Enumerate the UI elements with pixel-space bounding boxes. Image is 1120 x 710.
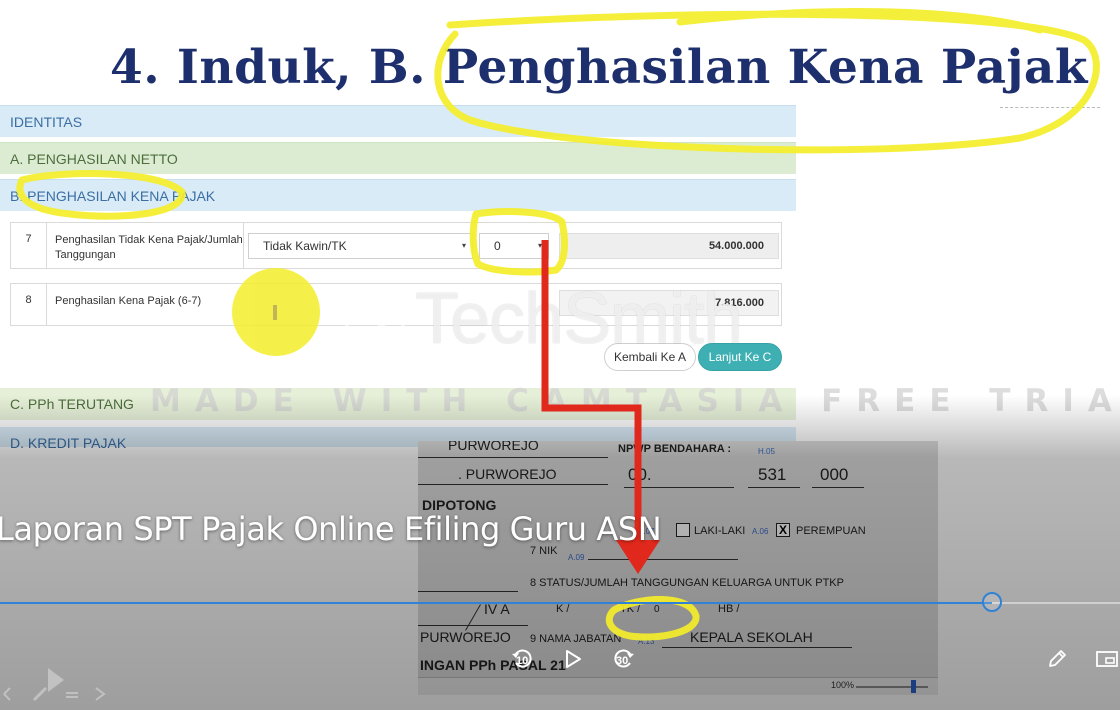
title-divider bbox=[1000, 107, 1100, 108]
male-checkbox bbox=[676, 523, 690, 537]
doc-text: PEREMPUAN bbox=[796, 525, 866, 537]
watermark-brand: TechSmith bbox=[415, 279, 743, 359]
doc-text: 000 bbox=[820, 465, 849, 484]
doc-line bbox=[418, 591, 518, 592]
chevron-down-icon: ▾ bbox=[461, 241, 466, 250]
doc-text: HB / bbox=[718, 603, 740, 615]
watermark-trial-text: MADE WITH CAMTASIA FREE TRIAL bbox=[150, 383, 1120, 419]
forward-30-button[interactable]: 30 bbox=[612, 646, 636, 670]
doc-line bbox=[624, 487, 734, 488]
video-progress-fill bbox=[0, 602, 993, 604]
female-checkbox: X bbox=[776, 523, 790, 537]
row-label: Penghasilan Tidak Kena Pajak/Jumlah Tang… bbox=[55, 234, 243, 261]
slide-title: 4. Induk, B. Penghasilan Kena Pajak bbox=[110, 40, 1088, 95]
doc-slash bbox=[465, 604, 481, 631]
chevron-down-icon: ▾ bbox=[537, 241, 542, 250]
zoom-level: 100% bbox=[830, 680, 854, 690]
video-player[interactable]: 4. Induk, B. Penghasilan Kena Pajak IDEN… bbox=[0, 0, 1120, 710]
doc-line bbox=[588, 559, 738, 560]
doc-code: A.06 bbox=[752, 527, 769, 536]
highlight-title-swash bbox=[676, 8, 1044, 34]
row-label: Penghasilan Kena Pajak (6-7) bbox=[55, 295, 202, 307]
rewind-10-button[interactable]: 10 bbox=[510, 646, 534, 670]
edit-button[interactable] bbox=[1046, 648, 1068, 670]
zoom-slider bbox=[856, 686, 928, 688]
doc-line bbox=[418, 457, 608, 458]
pencil-icon bbox=[1049, 650, 1066, 667]
forward-seconds: 30 bbox=[616, 655, 629, 667]
status-select[interactable]: Tidak Kawin/TK ▾ bbox=[248, 233, 473, 259]
doc-text: 0 bbox=[654, 604, 660, 615]
tanggungan-select-value: 0 bbox=[494, 239, 501, 253]
doc-code: A.09 bbox=[568, 553, 585, 562]
doc-text: 531 bbox=[758, 465, 787, 484]
doc-line bbox=[748, 487, 800, 488]
video-title: Laporan SPT Pajak Online Efiling Guru AS… bbox=[0, 510, 662, 548]
row-number: 8 bbox=[11, 284, 47, 325]
techsmith-logo-icon bbox=[345, 285, 405, 351]
section-penghasilan-netto[interactable]: A. PENGHASILAN NETTO bbox=[0, 142, 796, 174]
picture-in-picture-icon bbox=[1096, 651, 1118, 667]
video-progress-handle[interactable] bbox=[982, 592, 1003, 612]
video-progress-bar[interactable] bbox=[0, 602, 1120, 604]
doc-text: LAKI-LAKI bbox=[694, 525, 746, 537]
doc-text: . PURWOREJO bbox=[458, 466, 557, 482]
section-penghasilan-kena-pajak[interactable]: B. PENGHASILAN KENA PAJAK bbox=[0, 179, 796, 211]
row-divider bbox=[243, 223, 244, 268]
doc-line bbox=[418, 484, 608, 485]
rewind-seconds: 10 bbox=[516, 655, 529, 667]
play-icon bbox=[566, 650, 581, 668]
doc-text: 8 STATUS/JUMLAH TANGGUNGAN KELUARGA UNTU… bbox=[530, 577, 844, 589]
doc-text: K / bbox=[556, 603, 570, 615]
ptkp-amount: 54.000.000 bbox=[559, 233, 779, 259]
doc-text: TK / bbox=[620, 603, 641, 615]
doc-code: A.13 bbox=[638, 637, 655, 646]
doc-text: PURWOREJO bbox=[420, 629, 511, 645]
doc-text: PURWOREJO bbox=[448, 441, 539, 453]
status-select-value: Tidak Kawin/TK bbox=[263, 239, 347, 253]
tanggungan-select[interactable]: 0 ▾ bbox=[479, 233, 549, 259]
play-button[interactable] bbox=[563, 648, 583, 670]
doc-line bbox=[418, 625, 528, 626]
picture-in-picture-button[interactable] bbox=[1096, 650, 1118, 668]
check-mark: X bbox=[778, 523, 787, 537]
doc-text: KEPALA SEKOLAH bbox=[690, 629, 813, 645]
document-status-bar: 100% bbox=[418, 677, 938, 695]
camtasia-player-controls bbox=[3, 668, 106, 702]
section-identitas[interactable]: IDENTITAS bbox=[0, 105, 796, 137]
doc-text: NPWP BENDAHARA : bbox=[618, 443, 732, 455]
doc-line bbox=[812, 487, 864, 488]
doc-text: INGAN PPh PASAL 21 bbox=[420, 657, 566, 673]
form-row-ptkp: 7 Penghasilan Tidak Kena Pajak/Jumlah Ta… bbox=[10, 222, 782, 269]
row-number: 7 bbox=[11, 223, 47, 268]
document-photo: PURWOREJO NPWP BENDAHARA : H.05 . PURWOR… bbox=[418, 441, 938, 695]
doc-code: H.05 bbox=[758, 447, 775, 456]
doc-text: 00. bbox=[628, 465, 652, 484]
zoom-slider-thumb bbox=[911, 680, 916, 693]
doc-text: 9 NAMA JABATAN bbox=[530, 633, 622, 645]
doc-line bbox=[662, 647, 852, 648]
